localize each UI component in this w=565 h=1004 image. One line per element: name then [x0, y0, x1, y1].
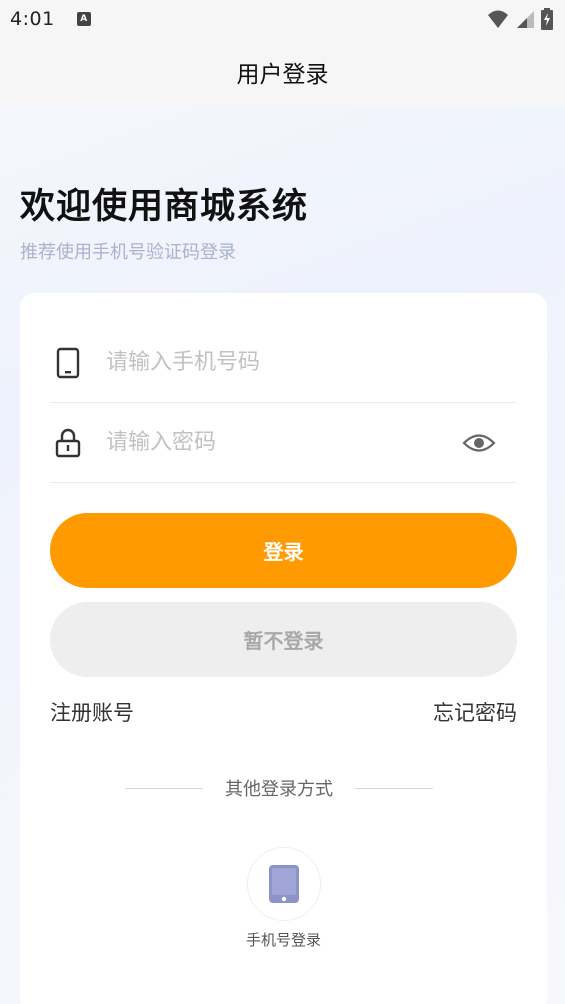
phone-login-circle[interactable] [246, 847, 321, 921]
app-bar: 用户登录 [0, 38, 565, 106]
mobile-phone-icon [52, 345, 84, 381]
other-login-heading: 其他登录方式 [225, 779, 333, 800]
battery-icon [541, 8, 553, 30]
welcome-title: 欢迎使用商城系统 [20, 187, 309, 227]
text-a-icon: A [76, 12, 91, 26]
status-bar: 4:01 A [0, 0, 565, 38]
phone-input[interactable] [106, 342, 517, 383]
login-card: 登录 暂不登录 注册账号 忘记密码 其他登录方式 手机号登录 [20, 293, 547, 1004]
signal-icon [517, 11, 534, 28]
phone-login-option[interactable]: 手机号登录 [226, 847, 341, 950]
login-button[interactable]: 登录 [50, 513, 517, 588]
eye-icon[interactable] [461, 428, 497, 458]
forgot-password-link[interactable]: 忘记密码 [433, 697, 517, 727]
status-time: 4:01 [10, 8, 55, 30]
wifi-icon [488, 10, 508, 28]
divider-line-left [125, 787, 203, 789]
password-field [50, 403, 517, 483]
divider-line-right [355, 787, 433, 789]
lock-icon [52, 425, 84, 461]
password-input[interactable] [106, 422, 461, 463]
skip-login-button[interactable]: 暂不登录 [50, 602, 517, 677]
page-title: 用户登录 [236, 62, 329, 88]
other-login-divider: 其他登录方式 [125, 773, 433, 803]
welcome-subtitle: 推荐使用手机号验证码登录 [20, 242, 236, 263]
register-link[interactable]: 注册账号 [50, 697, 134, 727]
phone-field [50, 323, 517, 403]
phone-icon [268, 865, 299, 903]
phone-login-label: 手机号登录 [245, 931, 321, 949]
status-icons [487, 8, 553, 30]
